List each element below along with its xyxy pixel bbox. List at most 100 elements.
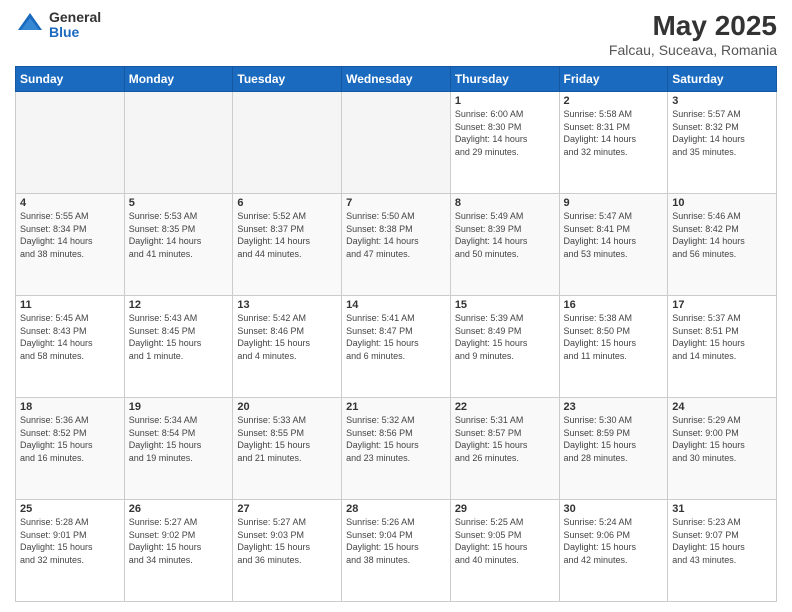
calendar-cell [342, 92, 451, 194]
calendar-cell [16, 92, 125, 194]
calendar-cell [124, 92, 233, 194]
day-number: 31 [672, 503, 772, 515]
day-info: Sunrise: 5:43 AM Sunset: 8:45 PM Dayligh… [129, 312, 229, 362]
day-info: Sunrise: 5:24 AM Sunset: 9:06 PM Dayligh… [564, 516, 664, 566]
day-info: Sunrise: 5:37 AM Sunset: 8:51 PM Dayligh… [672, 312, 772, 362]
calendar-cell: 31Sunrise: 5:23 AM Sunset: 9:07 PM Dayli… [668, 500, 777, 602]
calendar-cell: 26Sunrise: 5:27 AM Sunset: 9:02 PM Dayli… [124, 500, 233, 602]
day-info: Sunrise: 5:30 AM Sunset: 8:59 PM Dayligh… [564, 414, 664, 464]
weekday-header-monday: Monday [124, 67, 233, 92]
day-info: Sunrise: 5:58 AM Sunset: 8:31 PM Dayligh… [564, 108, 664, 158]
calendar-cell: 19Sunrise: 5:34 AM Sunset: 8:54 PM Dayli… [124, 398, 233, 500]
day-number: 9 [564, 197, 664, 209]
day-info: Sunrise: 6:00 AM Sunset: 8:30 PM Dayligh… [455, 108, 555, 158]
calendar-cell: 8Sunrise: 5:49 AM Sunset: 8:39 PM Daylig… [450, 194, 559, 296]
calendar-cell: 7Sunrise: 5:50 AM Sunset: 8:38 PM Daylig… [342, 194, 451, 296]
day-info: Sunrise: 5:31 AM Sunset: 8:57 PM Dayligh… [455, 414, 555, 464]
day-number: 28 [346, 503, 446, 515]
calendar-cell: 21Sunrise: 5:32 AM Sunset: 8:56 PM Dayli… [342, 398, 451, 500]
calendar-cell: 10Sunrise: 5:46 AM Sunset: 8:42 PM Dayli… [668, 194, 777, 296]
calendar-title: May 2025 [609, 10, 777, 42]
calendar-cell: 5Sunrise: 5:53 AM Sunset: 8:35 PM Daylig… [124, 194, 233, 296]
calendar-cell [233, 92, 342, 194]
day-info: Sunrise: 5:29 AM Sunset: 9:00 PM Dayligh… [672, 414, 772, 464]
day-info: Sunrise: 5:36 AM Sunset: 8:52 PM Dayligh… [20, 414, 120, 464]
weekday-header-sunday: Sunday [16, 67, 125, 92]
day-info: Sunrise: 5:50 AM Sunset: 8:38 PM Dayligh… [346, 210, 446, 260]
day-number: 30 [564, 503, 664, 515]
day-info: Sunrise: 5:26 AM Sunset: 9:04 PM Dayligh… [346, 516, 446, 566]
calendar-week-4: 18Sunrise: 5:36 AM Sunset: 8:52 PM Dayli… [16, 398, 777, 500]
calendar-cell: 24Sunrise: 5:29 AM Sunset: 9:00 PM Dayli… [668, 398, 777, 500]
weekday-header-wednesday: Wednesday [342, 67, 451, 92]
calendar-cell: 17Sunrise: 5:37 AM Sunset: 8:51 PM Dayli… [668, 296, 777, 398]
day-number: 21 [346, 401, 446, 413]
day-info: Sunrise: 5:47 AM Sunset: 8:41 PM Dayligh… [564, 210, 664, 260]
day-number: 27 [237, 503, 337, 515]
day-info: Sunrise: 5:41 AM Sunset: 8:47 PM Dayligh… [346, 312, 446, 362]
calendar-cell: 15Sunrise: 5:39 AM Sunset: 8:49 PM Dayli… [450, 296, 559, 398]
calendar-week-5: 25Sunrise: 5:28 AM Sunset: 9:01 PM Dayli… [16, 500, 777, 602]
day-number: 22 [455, 401, 555, 413]
day-info: Sunrise: 5:49 AM Sunset: 8:39 PM Dayligh… [455, 210, 555, 260]
day-info: Sunrise: 5:38 AM Sunset: 8:50 PM Dayligh… [564, 312, 664, 362]
day-number: 19 [129, 401, 229, 413]
calendar-week-1: 1Sunrise: 6:00 AM Sunset: 8:30 PM Daylig… [16, 92, 777, 194]
logo-blue-text: Blue [49, 25, 101, 40]
calendar-week-3: 11Sunrise: 5:45 AM Sunset: 8:43 PM Dayli… [16, 296, 777, 398]
calendar-cell: 16Sunrise: 5:38 AM Sunset: 8:50 PM Dayli… [559, 296, 668, 398]
header: General Blue May 2025 Falcau, Suceava, R… [15, 10, 777, 58]
logo: General Blue [15, 10, 101, 41]
calendar-subtitle: Falcau, Suceava, Romania [609, 42, 777, 58]
weekday-header-tuesday: Tuesday [233, 67, 342, 92]
logo-icon [15, 10, 45, 40]
day-number: 25 [20, 503, 120, 515]
page: General Blue May 2025 Falcau, Suceava, R… [0, 0, 792, 612]
calendar-week-2: 4Sunrise: 5:55 AM Sunset: 8:34 PM Daylig… [16, 194, 777, 296]
calendar-cell: 6Sunrise: 5:52 AM Sunset: 8:37 PM Daylig… [233, 194, 342, 296]
day-number: 14 [346, 299, 446, 311]
calendar-cell: 12Sunrise: 5:43 AM Sunset: 8:45 PM Dayli… [124, 296, 233, 398]
day-info: Sunrise: 5:57 AM Sunset: 8:32 PM Dayligh… [672, 108, 772, 158]
calendar-cell: 18Sunrise: 5:36 AM Sunset: 8:52 PM Dayli… [16, 398, 125, 500]
day-number: 4 [20, 197, 120, 209]
calendar-cell: 2Sunrise: 5:58 AM Sunset: 8:31 PM Daylig… [559, 92, 668, 194]
day-info: Sunrise: 5:32 AM Sunset: 8:56 PM Dayligh… [346, 414, 446, 464]
weekday-header-friday: Friday [559, 67, 668, 92]
logo-general-text: General [49, 10, 101, 25]
calendar-cell: 30Sunrise: 5:24 AM Sunset: 9:06 PM Dayli… [559, 500, 668, 602]
day-info: Sunrise: 5:27 AM Sunset: 9:03 PM Dayligh… [237, 516, 337, 566]
weekday-header-thursday: Thursday [450, 67, 559, 92]
day-info: Sunrise: 5:55 AM Sunset: 8:34 PM Dayligh… [20, 210, 120, 260]
day-info: Sunrise: 5:46 AM Sunset: 8:42 PM Dayligh… [672, 210, 772, 260]
calendar-table: SundayMondayTuesdayWednesdayThursdayFrid… [15, 66, 777, 602]
calendar-cell: 1Sunrise: 6:00 AM Sunset: 8:30 PM Daylig… [450, 92, 559, 194]
day-info: Sunrise: 5:33 AM Sunset: 8:55 PM Dayligh… [237, 414, 337, 464]
day-info: Sunrise: 5:23 AM Sunset: 9:07 PM Dayligh… [672, 516, 772, 566]
day-number: 3 [672, 95, 772, 107]
weekday-header-saturday: Saturday [668, 67, 777, 92]
logo-text: General Blue [49, 10, 101, 41]
calendar-cell: 22Sunrise: 5:31 AM Sunset: 8:57 PM Dayli… [450, 398, 559, 500]
calendar-cell: 28Sunrise: 5:26 AM Sunset: 9:04 PM Dayli… [342, 500, 451, 602]
day-number: 29 [455, 503, 555, 515]
day-info: Sunrise: 5:45 AM Sunset: 8:43 PM Dayligh… [20, 312, 120, 362]
day-info: Sunrise: 5:27 AM Sunset: 9:02 PM Dayligh… [129, 516, 229, 566]
day-number: 18 [20, 401, 120, 413]
calendar-cell: 29Sunrise: 5:25 AM Sunset: 9:05 PM Dayli… [450, 500, 559, 602]
day-number: 11 [20, 299, 120, 311]
day-number: 13 [237, 299, 337, 311]
calendar-cell: 20Sunrise: 5:33 AM Sunset: 8:55 PM Dayli… [233, 398, 342, 500]
calendar-cell: 13Sunrise: 5:42 AM Sunset: 8:46 PM Dayli… [233, 296, 342, 398]
calendar-cell: 4Sunrise: 5:55 AM Sunset: 8:34 PM Daylig… [16, 194, 125, 296]
day-number: 10 [672, 197, 772, 209]
calendar-cell: 3Sunrise: 5:57 AM Sunset: 8:32 PM Daylig… [668, 92, 777, 194]
calendar-cell: 23Sunrise: 5:30 AM Sunset: 8:59 PM Dayli… [559, 398, 668, 500]
day-number: 17 [672, 299, 772, 311]
day-number: 23 [564, 401, 664, 413]
day-number: 16 [564, 299, 664, 311]
day-info: Sunrise: 5:25 AM Sunset: 9:05 PM Dayligh… [455, 516, 555, 566]
day-info: Sunrise: 5:53 AM Sunset: 8:35 PM Dayligh… [129, 210, 229, 260]
day-number: 20 [237, 401, 337, 413]
day-number: 8 [455, 197, 555, 209]
